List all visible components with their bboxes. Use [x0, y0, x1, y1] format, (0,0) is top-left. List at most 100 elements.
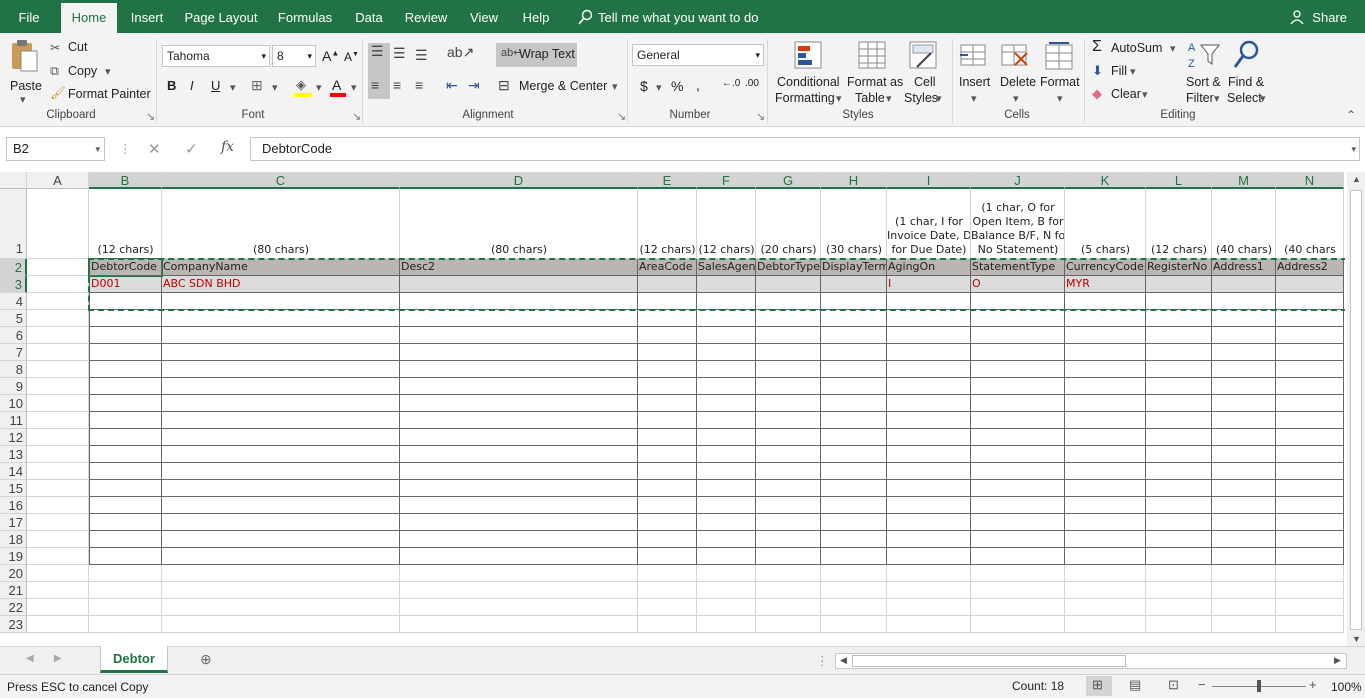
cell-M20[interactable] [1212, 565, 1276, 582]
cell-C8[interactable] [162, 361, 400, 378]
cell-D4[interactable] [400, 293, 638, 310]
tab-file[interactable]: File [0, 0, 58, 33]
cell-G2[interactable]: DebtorType [756, 259, 821, 276]
merge-center-button[interactable]: ⊟ Merge & Center ▾ [498, 77, 622, 97]
cell-N13[interactable] [1276, 446, 1344, 463]
cell-B12[interactable] [89, 429, 162, 446]
cell-G16[interactable] [756, 497, 821, 514]
wrap-text-button[interactable]: ab↵ Wrap Text [496, 43, 577, 67]
tab-formulas[interactable]: Formulas [270, 0, 340, 33]
cell-K22[interactable] [1065, 599, 1146, 616]
underline-button[interactable]: U [211, 78, 220, 93]
cell-B18[interactable] [89, 531, 162, 548]
cell-D9[interactable] [400, 378, 638, 395]
fill-button[interactable]: ⬇ Fill ▾ [1092, 62, 1142, 82]
cell-C3[interactable]: ABC SDN BHD [162, 276, 400, 293]
cell-G3[interactable] [756, 276, 821, 293]
increase-font-icon[interactable]: A▲ [322, 48, 339, 64]
cell-C17[interactable] [162, 514, 400, 531]
chevron-down-icon[interactable]: ▾ [351, 81, 357, 94]
formula-input[interactable]: DebtorCode ▾ [250, 137, 1360, 161]
cell-J18[interactable] [971, 531, 1065, 548]
cell-L8[interactable] [1146, 361, 1212, 378]
cell-G8[interactable] [756, 361, 821, 378]
tab-home[interactable]: Home [61, 3, 117, 33]
cell-G18[interactable] [756, 531, 821, 548]
cell-H19[interactable] [821, 548, 887, 565]
cell-N11[interactable] [1276, 412, 1344, 429]
cell-D22[interactable] [400, 599, 638, 616]
row-header-7[interactable]: 7 [0, 344, 27, 361]
column-header-F[interactable]: F [697, 172, 756, 189]
row-header-19[interactable]: 19 [0, 548, 27, 565]
cell-A22[interactable] [27, 599, 89, 616]
cell-H8[interactable] [821, 361, 887, 378]
cell-L3[interactable] [1146, 276, 1212, 293]
cell-H9[interactable] [821, 378, 887, 395]
row-header-17[interactable]: 17 [0, 514, 27, 531]
cell-H21[interactable] [821, 582, 887, 599]
tab-insert[interactable]: Insert [121, 0, 173, 33]
cell-C18[interactable] [162, 531, 400, 548]
cell-N8[interactable] [1276, 361, 1344, 378]
cell-I14[interactable] [887, 463, 971, 480]
row-header-8[interactable]: 8 [0, 361, 27, 378]
cell-G14[interactable] [756, 463, 821, 480]
cell-I4[interactable] [887, 293, 971, 310]
cell-A21[interactable] [27, 582, 89, 599]
cell-E16[interactable] [638, 497, 697, 514]
cell-M16[interactable] [1212, 497, 1276, 514]
name-box[interactable]: B2 ▾ [6, 137, 105, 161]
cell-I11[interactable] [887, 412, 971, 429]
cell-C15[interactable] [162, 480, 400, 497]
cell-C5[interactable] [162, 310, 400, 327]
cell-A8[interactable] [27, 361, 89, 378]
cell-F11[interactable] [697, 412, 756, 429]
cell-M11[interactable] [1212, 412, 1276, 429]
cell-L12[interactable] [1146, 429, 1212, 446]
cell-J16[interactable] [971, 497, 1065, 514]
cell-E19[interactable] [638, 548, 697, 565]
cell-C19[interactable] [162, 548, 400, 565]
vertical-scrollbar[interactable]: ▲ ▼ [1347, 172, 1365, 646]
cell-F21[interactable] [697, 582, 756, 599]
cell-G15[interactable] [756, 480, 821, 497]
cell-G9[interactable] [756, 378, 821, 395]
cell-H3[interactable] [821, 276, 887, 293]
cell-I1[interactable]: (1 char, I for Invoice Date, Dfor Due Dat… [887, 189, 971, 259]
cell-D8[interactable] [400, 361, 638, 378]
cell-L7[interactable] [1146, 344, 1212, 361]
cell-B9[interactable] [89, 378, 162, 395]
cell-N19[interactable] [1276, 548, 1344, 565]
column-header-J[interactable]: J [971, 172, 1065, 189]
cell-M4[interactable] [1212, 293, 1276, 310]
cell-B3[interactable]: D001 [89, 276, 162, 293]
cell-L13[interactable] [1146, 446, 1212, 463]
cell-F3[interactable] [697, 276, 756, 293]
number-format-select[interactable]: General ▾ [632, 44, 764, 66]
cell-B21[interactable] [89, 582, 162, 599]
cell-B13[interactable] [89, 446, 162, 463]
column-header-G[interactable]: G [756, 172, 821, 189]
tab-help[interactable]: Help [514, 0, 558, 33]
column-header-C[interactable]: C [162, 172, 400, 189]
zoom-level[interactable]: 100% [1331, 680, 1362, 694]
cell-B5[interactable] [89, 310, 162, 327]
column-header-M[interactable]: M [1212, 172, 1276, 189]
cell-F8[interactable] [697, 361, 756, 378]
cell-styles-button[interactable]: Cell Styles ▾ [902, 39, 946, 105]
decrease-decimal-icon[interactable]: .00 [745, 78, 759, 89]
cell-N3[interactable] [1276, 276, 1344, 293]
chevron-down-icon[interactable]: ▾ [656, 81, 662, 94]
cell-I13[interactable] [887, 446, 971, 463]
currency-icon[interactable]: $ [640, 78, 648, 94]
sheet-tab-debtor[interactable]: Debtor [100, 646, 168, 673]
cell-F6[interactable] [697, 327, 756, 344]
cell-M18[interactable] [1212, 531, 1276, 548]
cell-B19[interactable] [89, 548, 162, 565]
cell-A18[interactable] [27, 531, 89, 548]
cell-M5[interactable] [1212, 310, 1276, 327]
cell-K13[interactable] [1065, 446, 1146, 463]
tab-data[interactable]: Data [346, 0, 392, 33]
cell-F17[interactable] [697, 514, 756, 531]
